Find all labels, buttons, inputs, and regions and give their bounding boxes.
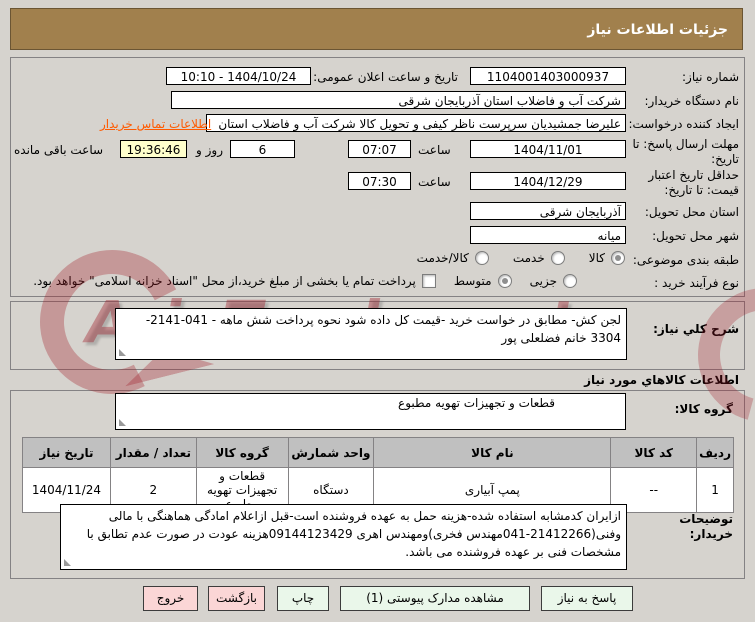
treasury-checkbox-label: پرداخت تمام یا بخشی از مبلغ خرید،از محل … [33,274,416,288]
process-option-medium: متوسط [454,274,512,288]
days-and-label: روز و [196,143,223,157]
general-description-textarea[interactable]: لجن کش- مطابق در خواست خرید -قیمت کل داد… [115,308,627,360]
col-unit: واحد شمارش [287,437,375,468]
process-option-minor: جزیی [530,274,577,288]
buyer-contact-link[interactable]: اطلاعات تماس خریدار [100,117,211,131]
price-validity-date-field[interactable]: 1404/12/29 [470,172,626,190]
minor-radio[interactable] [563,274,577,288]
back-button[interactable]: بازگشت [208,586,265,611]
col-quantity: تعداد / مقدار [109,437,197,468]
need-details-page: جزئیات اطلاعات نیاز شماره نیاز: 11040014… [0,0,755,622]
price-validity-hour-field[interactable]: 07:30 [348,172,411,190]
service-radio-label: خدمت [512,251,545,265]
cell-row-number: 1 [696,467,734,513]
remaining-time-field[interactable]: 19:36:46 [120,140,187,158]
reply-deadline-label: مهلت ارسال پاسخ: تا تاریخ: [632,137,739,166]
buyer-org-field[interactable]: شرکت آب و فاضلاب استان آذربایجان شرقی [171,91,626,109]
general-description-label: شرح کلي نیاز: [653,322,739,336]
col-item-group: گروه کالا [195,437,289,468]
price-validity-label: حداقل تاریخ اعتبار قیمت: تا تاریخ: [648,168,739,197]
subject-classification-label: طبقه بندی موضوعی: [632,253,739,267]
need-number-field[interactable]: 1104001403000937 [470,67,626,85]
purchase-process-label: نوع فرآیند خرید : [654,276,739,290]
goods-radio-label: کالا [588,251,605,265]
delivery-province-field[interactable]: آذربایجان شرقی [470,202,626,220]
treasury-payment-option: پرداخت تمام یا بخشی از مبلغ خرید،از محل … [33,274,436,288]
col-item-name: نام کالا [373,437,612,468]
exit-button[interactable]: خروج [143,586,198,611]
goods-group-label: گروه کالا: [674,402,733,416]
buyer-notes-label: توضیحات خریدار: [679,512,733,541]
delivery-city-field[interactable]: میانه [470,226,626,244]
minor-radio-label: جزیی [529,274,557,288]
goods-group-field[interactable]: قطعات و تجهیزات تهویه مطبوع [115,393,626,430]
buyer-notes-textarea[interactable]: ازایران کدمشابه استفاده شده-هزینه حمل به… [60,504,627,570]
announce-datetime-field[interactable]: 1404/10/24 - 10:10 [166,67,311,85]
col-row-number: ردیف [696,437,734,468]
remaining-hours-label: ساعت باقی مانده [14,143,104,157]
subject-classification-options: کالا خدمت کالا/خدمت [417,251,625,265]
reply-to-need-button[interactable]: پاسخ به نیاز [541,586,633,611]
remaining-days-field[interactable]: 6 [230,140,295,158]
medium-radio[interactable] [497,274,512,288]
service-radio[interactable] [550,251,565,265]
delivery-province-label: استان محل تحویل: [644,205,739,219]
treasury-checkbox[interactable] [421,274,436,288]
purchase-process-options: جزیی متوسط پرداخت تمام یا بخشی از مبلغ خ… [33,274,577,288]
goods-radio[interactable] [611,251,625,265]
goods-service-radio[interactable] [474,251,489,265]
page-title-bar: جزئیات اطلاعات نیاز [10,8,743,50]
price-validity-hour-label: ساعت [418,175,451,189]
announce-datetime-label: تاریخ و ساعت اعلان عمومی: [313,70,458,84]
classification-option-goods: کالا [589,251,625,265]
medium-radio-label: متوسط [453,274,492,288]
reply-deadline-date-field[interactable]: 1404/11/01 [470,140,626,158]
col-need-date: تاریخ نیاز [22,437,111,468]
buyer-org-label: نام دستگاه خریدار: [644,94,740,108]
reply-deadline-hour-label: ساعت [418,143,451,157]
need-number-label: شماره نیاز: [682,70,739,84]
goods-section-title: اطلاعات کالاهاي مورد نیاز [584,373,739,387]
classification-option-goods-service: کالا/خدمت [417,251,489,265]
view-attachments-button[interactable]: مشاهده مدارک پیوستی (1) [340,586,530,611]
delivery-city-label: شهر محل تحویل: [652,229,739,243]
print-button[interactable]: چاپ [277,586,329,611]
goods-service-radio-label: کالا/خدمت [416,251,469,265]
goods-table: ردیف کد کالا نام کالا واحد شمارش گروه کا… [22,437,734,513]
classification-option-service: خدمت [513,251,565,265]
page-title: جزئیات اطلاعات نیاز [587,22,728,38]
request-creator-label: ایجاد کننده درخواست: [628,117,739,131]
reply-deadline-hour-field[interactable]: 07:07 [348,140,411,158]
goods-table-header-row: ردیف کد کالا نام کالا واحد شمارش گروه کا… [22,437,734,468]
col-item-code: کد کالا [610,437,698,468]
request-creator-field[interactable]: علیرضا جمشیدیان سرپرست ناظر کیفی و تحویل… [206,114,626,132]
